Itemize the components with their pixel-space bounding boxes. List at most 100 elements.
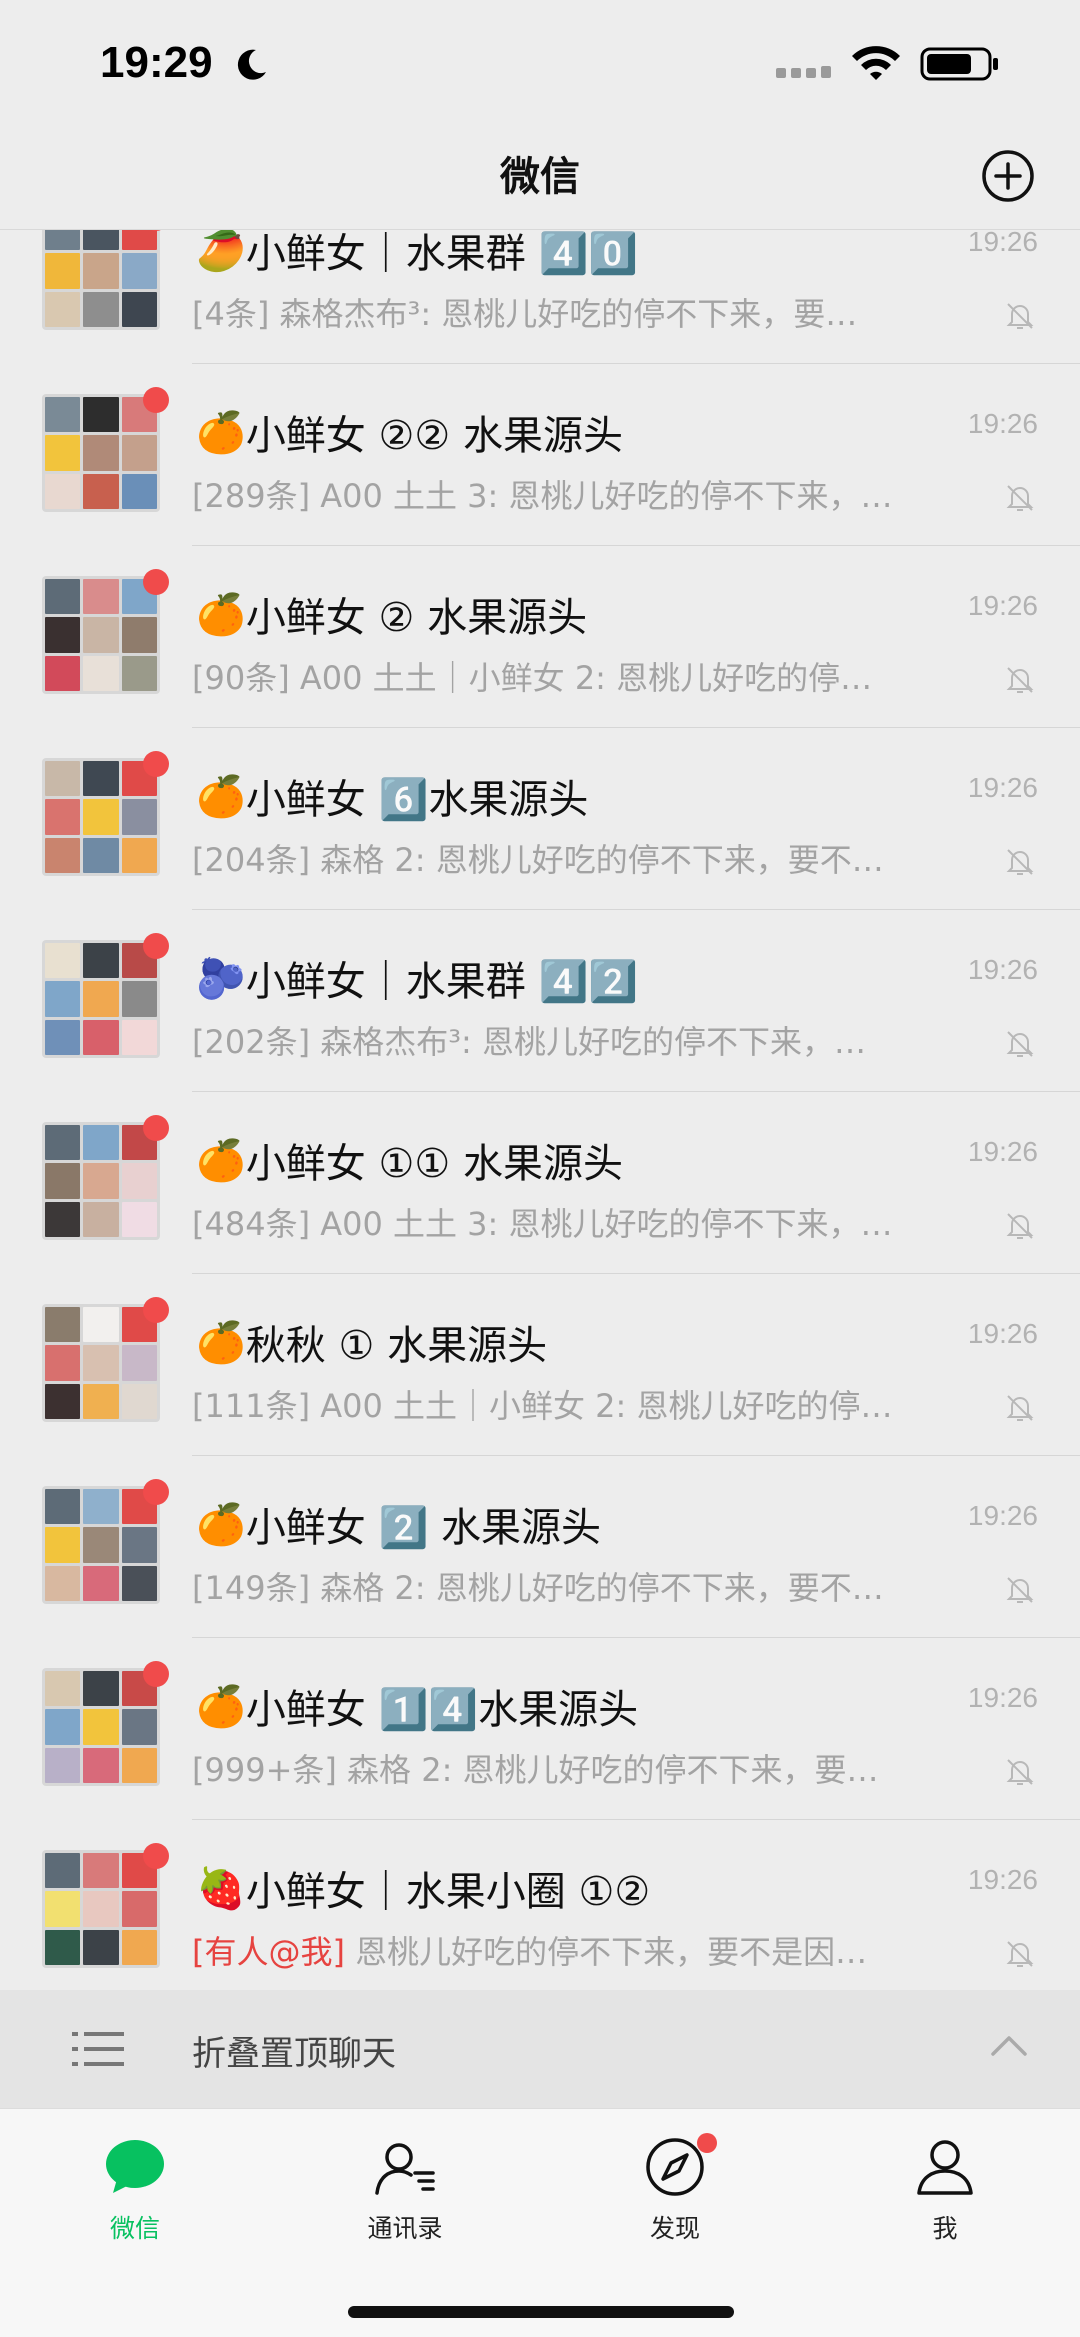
avatar-tile — [121, 473, 157, 509]
group-avatar — [42, 1122, 160, 1240]
mention-tag: [有人@我] — [192, 1933, 345, 1971]
chat-time: 19:26 — [967, 772, 1038, 803]
fold-pinned-chats-bar[interactable]: 折叠置顶聊天 — [0, 1990, 1080, 2108]
avatar-tile — [45, 1709, 81, 1745]
chat-row[interactable]: 🍊 小鲜女 ②② 水果源头 19:26 [289条] A00 土土 3: 恩桃儿好… — [0, 364, 1080, 546]
chat-name: 🫐 小鲜女｜水果群 4️⃣2️⃣ — [196, 950, 638, 1006]
chat-emoji: 🍊 — [196, 1683, 246, 1730]
chat-emoji: 🍊 — [196, 591, 246, 638]
unread-dot — [143, 387, 169, 413]
chat-emoji: 🍓 — [196, 1865, 246, 1912]
preview-text: [111条] A00 土土｜小鲜女 2: 恩桃儿好吃的停… — [192, 1387, 893, 1425]
add-icon[interactable] — [980, 148, 1036, 204]
chat-row[interactable]: 🍊 小鲜女 2️⃣ 水果源头 19:26 [149条] 森格 2: 恩桃儿好吃的停… — [0, 1456, 1080, 1638]
avatar-tile — [121, 230, 157, 251]
tab-me[interactable]: 我 — [855, 2135, 1035, 2255]
avatar-tile — [45, 655, 81, 691]
chat-row[interactable]: 🍊 秋秋 ① 水果源头 19:26 [111条] A00 土土｜小鲜女 2: 恩桃… — [0, 1274, 1080, 1456]
chat-title: 小鲜女｜水果群 4️⃣0️⃣ — [245, 231, 639, 277]
avatar-tile — [121, 1709, 157, 1745]
mute-bell-icon — [1006, 1395, 1034, 1421]
avatar-tile — [45, 1383, 81, 1419]
chat-row[interactable]: 🍊 小鲜女 ①① 水果源头 19:26 [484条] A00 土土 3: 恩桃儿好… — [0, 1092, 1080, 1274]
chat-row[interactable]: 🥭 小鲜女｜水果群 4️⃣0️⃣ 19:26 [4条] 森格杰布³: 恩桃儿好吃的… — [0, 230, 1080, 364]
chat-time: 19:26 — [967, 408, 1038, 439]
avatar-tile — [45, 981, 81, 1017]
avatar-tile — [45, 291, 81, 327]
avatar-tile — [121, 291, 157, 327]
tab-bar: 微信 通讯录 发现 我 — [0, 2108, 1080, 2337]
avatar-tile — [83, 943, 119, 979]
chat-list[interactable]: 🥭 小鲜女｜水果群 4️⃣0️⃣ 19:26 [4条] 森格杰布³: 恩桃儿好吃的… — [0, 230, 1080, 1990]
avatar-tile — [121, 1163, 157, 1199]
avatar-tile — [121, 1891, 157, 1927]
avatar-tile — [83, 1307, 119, 1343]
avatar-tile — [45, 1747, 81, 1783]
chat-row[interactable]: 🍊 小鲜女 1️⃣4️⃣水果源头 19:26 [999+条] 森格 2: 恩桃儿好… — [0, 1638, 1080, 1820]
avatar-tile — [45, 761, 81, 797]
avatar-tile — [45, 1565, 81, 1601]
avatar-tile — [83, 1565, 119, 1601]
group-avatar — [42, 1304, 160, 1422]
avatar-tile — [45, 617, 81, 653]
avatar-tile — [121, 1929, 157, 1965]
tab-chats[interactable]: 微信 — [45, 2135, 225, 2255]
preview-text: [484条] A00 土土 3: 恩桃儿好吃的停不下来，… — [192, 1205, 893, 1243]
chat-name: 🍊 小鲜女 ②② 水果源头 — [196, 404, 623, 460]
avatar-tile — [83, 837, 119, 873]
chat-preview: [4条] 森格杰布³: 恩桃儿好吃的停不下来，要… — [192, 289, 952, 335]
group-avatar — [42, 1486, 160, 1604]
chat-name: 🍊 秋秋 ① 水果源头 — [196, 1314, 547, 1370]
avatar-tile — [83, 1163, 119, 1199]
avatar-tile — [121, 1345, 157, 1381]
avatar-tile — [83, 253, 119, 289]
group-avatar — [42, 230, 160, 330]
avatar-tile — [83, 1891, 119, 1927]
chat-title: 小鲜女 6️⃣水果源头 — [245, 777, 589, 823]
avatar-tile — [45, 1929, 81, 1965]
tab-contacts[interactable]: 通讯录 — [315, 2135, 495, 2255]
avatar-tile — [45, 799, 81, 835]
mute-bell-icon — [1006, 667, 1034, 693]
chat-title: 小鲜女｜水果小圈 ①② — [245, 1869, 651, 1915]
chat-time: 19:26 — [967, 954, 1038, 985]
chat-time: 19:26 — [967, 1136, 1038, 1167]
avatar-tile — [83, 1527, 119, 1563]
avatar-tile — [121, 1565, 157, 1601]
chat-row[interactable]: 🫐 小鲜女｜水果群 4️⃣2️⃣ 19:26 [202条] 森格杰布³: 恩桃儿好… — [0, 910, 1080, 1092]
group-avatar — [42, 576, 160, 694]
chevron-up-icon[interactable] — [990, 2032, 1028, 2058]
avatar-tile — [45, 1891, 81, 1927]
preview-text: [204条] 森格 2: 恩桃儿好吃的停不下来，要不… — [192, 841, 884, 879]
chat-row[interactable]: 🍊 小鲜女 ② 水果源头 19:26 [90条] A00 土土｜小鲜女 2: 恩桃… — [0, 546, 1080, 728]
chat-row[interactable]: 🍓 小鲜女｜水果小圈 ①② 19:26 [有人@我] 恩桃儿好吃的停不下来，要不是… — [0, 1820, 1080, 1990]
chat-time: 19:26 — [967, 1682, 1038, 1713]
unread-dot — [143, 1297, 169, 1323]
chat-emoji: 🍊 — [196, 1137, 246, 1184]
avatar-tile — [83, 1125, 119, 1161]
chat-time: 19:26 — [967, 590, 1038, 621]
avatar-tile — [83, 1383, 119, 1419]
chat-name: 🍊 小鲜女 1️⃣4️⃣水果源头 — [196, 1678, 638, 1734]
tab-discover[interactable]: 发现 — [585, 2133, 765, 2255]
avatar-tile — [45, 1671, 81, 1707]
unread-dot — [143, 1843, 169, 1869]
mute-bell-icon — [1006, 1941, 1034, 1967]
avatar-tile — [83, 230, 119, 251]
avatar-tile — [45, 943, 81, 979]
avatar-tile — [121, 253, 157, 289]
avatar-tile — [45, 230, 81, 251]
avatar-tile — [83, 761, 119, 797]
avatar-tile — [83, 799, 119, 835]
chat-title: 小鲜女 ①① 水果源头 — [245, 1141, 623, 1187]
avatar-tile — [121, 1019, 157, 1055]
avatar-tile — [45, 1125, 81, 1161]
home-indicator — [348, 2306, 734, 2318]
chat-name: 🍊 小鲜女 ② 水果源头 — [196, 586, 587, 642]
chat-row[interactable]: 🍊 小鲜女 6️⃣水果源头 19:26 [204条] 森格 2: 恩桃儿好吃的停不… — [0, 728, 1080, 910]
avatar-tile — [83, 435, 119, 471]
list-icon — [72, 2032, 124, 2066]
chat-title: 秋秋 ① 水果源头 — [245, 1323, 548, 1369]
avatar-tile — [121, 1527, 157, 1563]
avatar-tile — [45, 1019, 81, 1055]
